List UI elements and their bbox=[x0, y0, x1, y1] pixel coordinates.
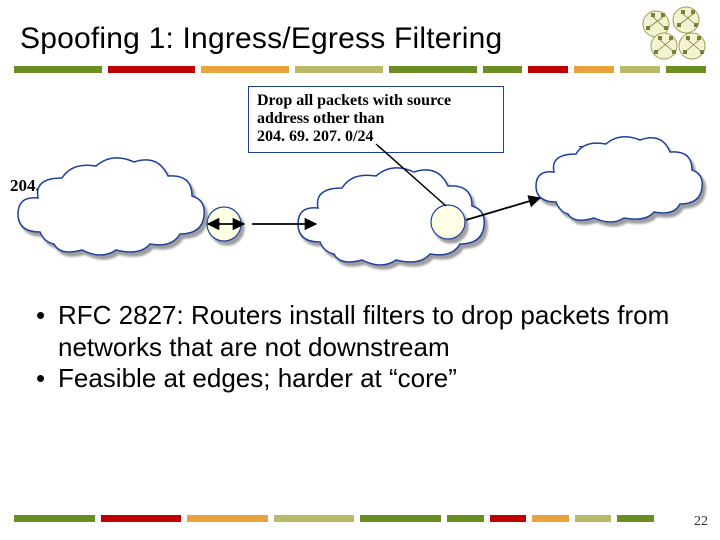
bullet-list: • RFC 2827: Routers install filters to d… bbox=[36, 300, 676, 395]
bullet-dot-icon: • bbox=[36, 363, 58, 395]
slide-title: Spoofing 1: Ingress/Egress Filtering bbox=[20, 22, 580, 56]
internet-cloud-icon bbox=[536, 137, 702, 222]
accent-bar-top bbox=[14, 66, 706, 73]
bullet-item: • Feasible at edges; harder at “core” bbox=[36, 363, 676, 395]
bullet-text: Feasible at edges; harder at “core” bbox=[58, 363, 676, 395]
page-number: 22 bbox=[694, 514, 708, 530]
bullet-item: • RFC 2827: Routers install filters to d… bbox=[36, 300, 676, 363]
diagram-area: Drop all packets with source address oth… bbox=[0, 82, 720, 272]
network-cluster-icon bbox=[634, 6, 712, 69]
filter-router-icon bbox=[431, 205, 465, 239]
accent-bar-bottom bbox=[14, 515, 654, 522]
bullet-dot-icon: • bbox=[36, 300, 58, 363]
network-diagram bbox=[0, 82, 720, 272]
subnet-cloud-icon bbox=[18, 158, 204, 255]
bullet-text: RFC 2827: Routers install filters to dro… bbox=[58, 300, 676, 363]
